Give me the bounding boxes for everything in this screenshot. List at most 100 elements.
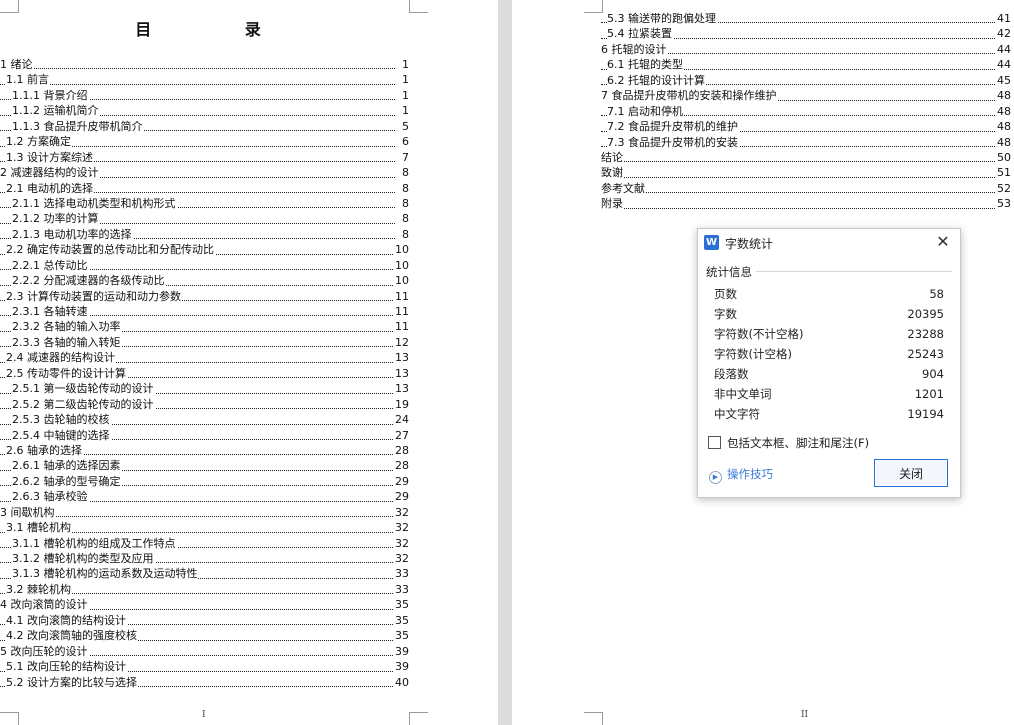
toc-entry-title: 6 托辊的设计 (601, 42, 668, 56)
toc-entry[interactable]: 2.5.2 第二级齿轮传动的设计 19 (0, 396, 409, 413)
stat-row: 非中文单词 1201 (714, 384, 944, 404)
toc-entry-page: 1 (401, 87, 409, 104)
toc-leader-dots (0, 516, 395, 518)
toc-entry-page: 32 (394, 535, 409, 552)
close-button[interactable]: 关闭 (874, 459, 948, 487)
toc-entry-title: 6.2 托辊的设计计算 (607, 73, 706, 87)
toc-entry-page: 48 (996, 134, 1011, 150)
toc-entry[interactable]: 3.2 棘轮机构 33 (0, 581, 409, 598)
include-textbox-footnote-option[interactable]: 包括文本框、脚注和尾注(F) (708, 435, 869, 451)
toc-entry[interactable]: 2.2.1 总传动比 10 (0, 257, 409, 274)
toc-entry[interactable]: 1.1.1 背景介绍 1 (0, 87, 409, 104)
table-of-contents: 1 绪论 1 1.1 前言 1 1.1.1 背景介绍 1 1.1.2 运输机简介 1 1.1.3… (0, 57, 409, 690)
operation-tips-link[interactable]: ▶ 操作技巧 (709, 466, 773, 484)
toc-entry-page: 35 (394, 612, 409, 629)
toc-entry[interactable]: 7.2 食品提升皮带机的维护 48 (601, 119, 1011, 135)
toc-entry-title: 4 改向滚筒的设计 (0, 598, 89, 612)
toc-entry[interactable]: 1.2 方案确定 6 (0, 134, 409, 150)
dialog-title-bar[interactable]: W 字数统计 ✕ (698, 229, 960, 257)
toc-entry-page: 19 (394, 396, 409, 413)
toc-entry-title: 2.5 传动零件的设计计算 (6, 366, 127, 380)
toc-entry-page: 24 (394, 412, 409, 428)
toc-entry[interactable]: 5.2 设计方案的比较与选择 40 (0, 674, 409, 690)
toc-entry[interactable]: 7 食品提升皮带机的安装和操作维护 48 (601, 88, 1011, 104)
toc-entry[interactable]: 2.3.3 各轴的输入转矩 12 (0, 334, 409, 351)
toc-entry-title: 参考文献 (601, 181, 646, 195)
toc-entry[interactable]: 附录 53 (601, 196, 1011, 212)
toc-entry[interactable]: 2.5.4 中轴键的选择 27 (0, 427, 409, 443)
toc-entry[interactable]: 2.6 轴承的选择 28 (0, 442, 409, 459)
toc-entry[interactable]: 4.2 改向滚筒轴的强度校核 35 (0, 628, 409, 644)
toc-entry-page: 13 (394, 381, 409, 397)
toc-entry[interactable]: 3.1.2 槽轮机构的类型及应用 32 (0, 551, 409, 567)
toc-entry[interactable]: 5.3 输送带的跑偏处理 41 (601, 11, 1011, 27)
toc-entry-title: 2.1.3 电动机功率的选择 (12, 227, 133, 241)
toc-entry[interactable]: 4.1 改向滚筒的结构设计 35 (0, 612, 409, 629)
toc-entry[interactable]: 1.1.3 食品提升皮带机简介 5 (0, 118, 409, 135)
toc-entry-title: 2.4 减速器的结构设计 (6, 351, 116, 365)
toc-entry[interactable]: 5.1 改向压轮的结构设计 39 (0, 659, 409, 675)
toc-entry-title: 5 改向压轮的设计 (0, 644, 89, 658)
toc-entry[interactable]: 2.2.2 分配减速器的各级传动比 10 (0, 273, 409, 289)
toc-entry-page: 10 (394, 257, 409, 274)
toc-entry[interactable]: 2.5.3 齿轮轴的校核 24 (0, 412, 409, 428)
toc-entry-page: 53 (996, 196, 1011, 212)
toc-entry-title: 3.1.2 槽轮机构的类型及应用 (12, 552, 155, 565)
toc-entry[interactable]: 2 减速器结构的设计 8 (0, 165, 409, 181)
toc-entry-page: 44 (996, 41, 1011, 58)
toc-entry-title: 5.1 改向压轮的结构设计 (6, 660, 127, 674)
toc-entry[interactable]: 1.3 设计方案综述 7 (0, 149, 409, 166)
toc-entry[interactable]: 2.1.3 电动机功率的选择 8 (0, 226, 409, 243)
word-count-dialog: W 字数统计 ✕ 统计信息 页数 58 字数 20395 字符数(不计空格) 23288 字… (697, 228, 961, 498)
toc-entry-title: 2 减速器结构的设计 (0, 166, 100, 180)
toc-entry[interactable]: 2.1 电动机的选择 8 (0, 180, 409, 196)
toc-entry[interactable]: 1 绪论 1 (0, 57, 409, 73)
toc-entry[interactable]: 参考文献 52 (601, 180, 1011, 197)
toc-entry[interactable]: 致谢 51 (601, 165, 1011, 181)
toc-entry-title: 结论 (601, 150, 624, 164)
toc-entry[interactable]: 3.1.1 槽轮机构的组成及工作特点 32 (0, 535, 409, 552)
toc-entry[interactable]: 3 间歇机构 32 (0, 504, 409, 521)
toc-entry-page: 13 (394, 365, 409, 382)
toc-entry[interactable]: 2.3.2 各轴的输入功率 11 (0, 319, 409, 335)
toc-entry-page: 8 (401, 226, 409, 243)
toc-entry-title: 7.2 食品提升皮带机的维护 (607, 120, 739, 134)
toc-entry-title: 2.1.2 功率的计算 (12, 212, 100, 226)
toc-entry-title: 2.5.4 中轴键的选择 (12, 428, 111, 442)
toc-entry[interactable]: 2.4 减速器的结构设计 13 (0, 350, 409, 366)
toc-entry-page: 35 (394, 628, 409, 644)
toc-entry[interactable]: 7.3 食品提升皮带机的安装 48 (601, 134, 1011, 150)
toc-entry-title: 6.1 托辊的类型 (607, 58, 684, 72)
toc-entry[interactable]: 2.3.1 各轴转速 11 (0, 304, 409, 320)
stat-value: 19194 (907, 407, 944, 421)
toc-entry[interactable]: 5.4 拉紧装置 42 (601, 26, 1011, 42)
close-icon[interactable]: ✕ (934, 233, 952, 251)
toc-entry[interactable]: 2.3 计算传动装置的运动和动力参数 11 (0, 288, 409, 305)
toc-entry[interactable]: 6.2 托辊的设计计算 45 (601, 72, 1011, 89)
toc-entry[interactable]: 5 改向压轮的设计 39 (0, 643, 409, 660)
toc-entry[interactable]: 6 托辊的设计 44 (601, 41, 1011, 58)
toc-entry[interactable]: 2.6.3 轴承校验 29 (0, 489, 409, 505)
toc-entry-title: 1.1.2 运输机简介 (12, 104, 100, 118)
page-number: II (801, 710, 809, 720)
toc-entry-title: 7 食品提升皮带机的安装和操作维护 (601, 89, 778, 103)
toc-entry[interactable]: 1.1.2 运输机简介 1 (0, 103, 409, 119)
toc-entry[interactable]: 2.1.1 选择电动机类型和机构形式 8 (0, 195, 409, 212)
toc-entry[interactable]: 7.1 启动和停机 48 (601, 103, 1011, 120)
toc-entry[interactable]: 2.5.1 第一级齿轮传动的设计 13 (0, 381, 409, 397)
toc-entry[interactable]: 2.1.2 功率的计算 8 (0, 211, 409, 227)
toc-entry[interactable]: 1.1 前言 1 (0, 72, 409, 88)
stat-value: 1201 (914, 387, 944, 401)
toc-entry[interactable]: 3.1.3 槽轮机构的运动系数及运动特性 33 (0, 566, 409, 582)
stat-row: 段落数 904 (714, 364, 944, 384)
toc-entry[interactable]: 2.6.1 轴承的选择因素 28 (0, 458, 409, 474)
toc-entry[interactable]: 4 改向滚筒的设计 35 (0, 597, 409, 613)
toc-entry[interactable]: 2.5 传动零件的设计计算 13 (0, 365, 409, 382)
include-textbox-checkbox[interactable] (708, 436, 721, 449)
toc-entry[interactable]: 2.2 确定传动装置的总传动比和分配传动比 10 (0, 242, 409, 258)
toc-entry[interactable]: 6.1 托辊的类型 44 (601, 57, 1011, 73)
toc-entry[interactable]: 2.6.2 轴承的型号确定 29 (0, 473, 409, 490)
toc-entry[interactable]: 结论 50 (601, 149, 1011, 166)
toc-entry-page: 48 (996, 103, 1011, 120)
toc-entry[interactable]: 3.1 槽轮机构 32 (0, 520, 409, 536)
